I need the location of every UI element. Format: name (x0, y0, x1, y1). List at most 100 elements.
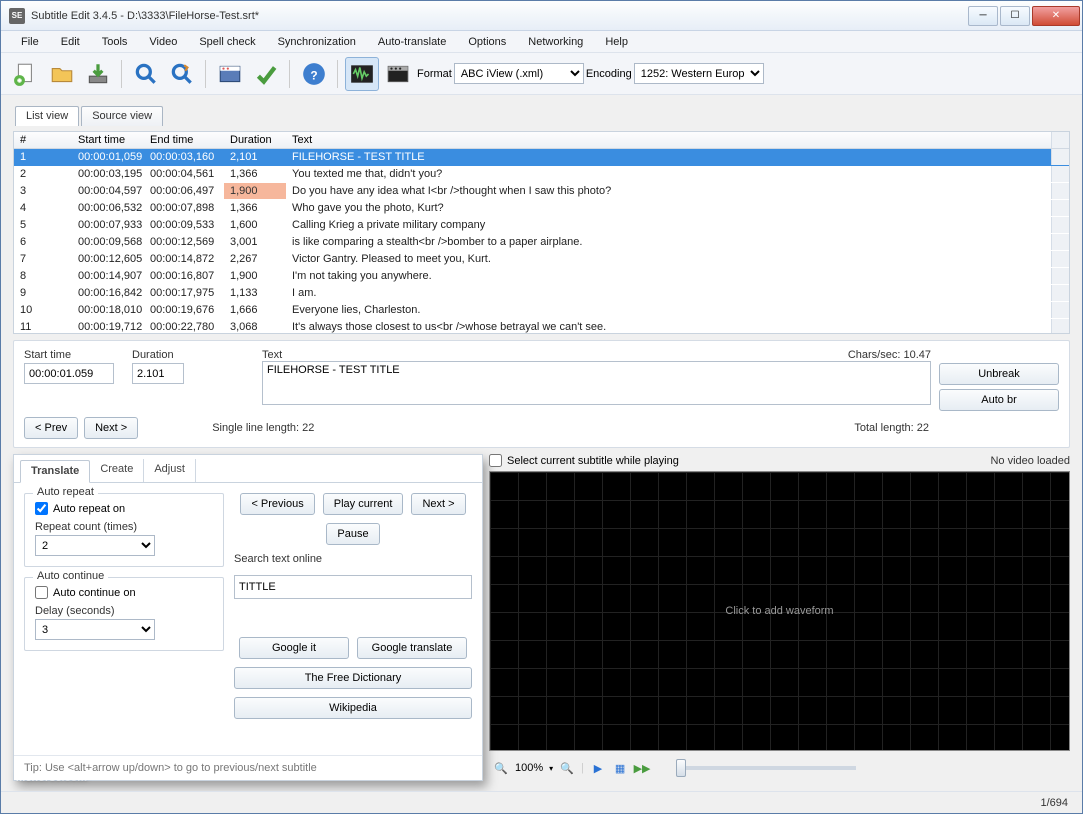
unbreak-button[interactable]: Unbreak (939, 363, 1059, 385)
next-button[interactable]: Next > (84, 417, 138, 439)
video-area: Select current subtitle while playing No… (489, 454, 1070, 781)
spellcheck-icon[interactable] (249, 57, 283, 91)
encoding-select[interactable]: 1252: Western Europe (634, 63, 764, 84)
table-row[interactable]: 1000:00:18,01000:00:19,6761,666Everyone … (14, 302, 1069, 319)
auto-continue-checkbox[interactable]: Auto continue on (35, 586, 213, 599)
translate-panel: Translate Create Adjust Auto repeat Auto… (13, 454, 483, 781)
app-icon: SE (9, 8, 25, 24)
col-text[interactable]: Text (286, 132, 1051, 148)
previous-button[interactable]: < Previous (240, 493, 314, 515)
help-icon[interactable]: ? (297, 57, 331, 91)
menu-file[interactable]: File (11, 33, 49, 51)
menu-edit[interactable]: Edit (51, 33, 90, 51)
zoom-in-icon[interactable]: 🔍 (559, 760, 575, 776)
col-start[interactable]: Start time (72, 132, 144, 148)
pause-button[interactable]: Pause (326, 523, 379, 545)
table-row[interactable]: 500:00:07,93300:00:09,5331,600Calling Kr… (14, 217, 1069, 234)
minimize-button[interactable]: ─ (968, 6, 998, 26)
maximize-button[interactable]: ☐ (1000, 6, 1030, 26)
play-icon[interactable]: ▶ (590, 760, 606, 776)
autobr-button[interactable]: Auto br (939, 389, 1059, 411)
table-row[interactable]: 1100:00:19,71200:00:22,7803,068It's alwa… (14, 319, 1069, 333)
search-online-label: Search text online (234, 553, 472, 565)
table-row[interactable]: 300:00:04,59700:00:06,4971,900Do you hav… (14, 183, 1069, 200)
menu-tools[interactable]: Tools (92, 33, 138, 51)
google-translate-button[interactable]: Google translate (357, 637, 467, 659)
grid-body[interactable]: 100:00:01,05900:00:03,1602,101FILEHORSE … (14, 149, 1069, 333)
video-controls: 🔍 100% ▾ 🔍 | ▶ ▦ ▶▶ (489, 755, 1070, 781)
tab-translate[interactable]: Translate (20, 460, 90, 483)
new-file-icon[interactable] (9, 57, 43, 91)
tab-source-view[interactable]: Source view (81, 106, 163, 126)
menu-sync[interactable]: Synchronization (268, 33, 366, 51)
menubar: File Edit Tools Video Spell check Synchr… (1, 31, 1082, 53)
tab-list-view[interactable]: List view (15, 106, 79, 126)
auto-repeat-title: Auto repeat (33, 486, 98, 498)
col-duration[interactable]: Duration (224, 132, 286, 148)
next-sub-button[interactable]: Next > (411, 493, 465, 515)
titlebar: SE Subtitle Edit 3.4.5 - D:\3333\FileHor… (1, 1, 1082, 31)
waveform-display[interactable]: Click to add waveform (489, 471, 1070, 751)
app-window: SE Subtitle Edit 3.4.5 - D:\3333\FileHor… (0, 0, 1083, 814)
table-row[interactable]: 400:00:06,53200:00:07,8981,366Who gave y… (14, 200, 1069, 217)
prev-button[interactable]: < Prev (24, 417, 78, 439)
single-line-length: Single line length: 22 (212, 422, 314, 434)
duration-label: Duration (132, 349, 202, 361)
scrollbar[interactable] (1051, 132, 1069, 148)
duration-input[interactable] (132, 363, 184, 384)
zoom-level: 100% (515, 762, 543, 774)
menu-options[interactable]: Options (458, 33, 516, 51)
open-file-icon[interactable] (45, 57, 79, 91)
table-row[interactable]: 200:00:03,19500:00:04,5611,366You texted… (14, 166, 1069, 183)
auto-repeat-group: Auto repeat Auto repeat on Repeat count … (24, 493, 224, 567)
search-online-input[interactable] (234, 575, 472, 599)
repeat-count-select[interactable]: 2 (35, 535, 155, 556)
auto-continue-group: Auto continue Auto continue on Delay (se… (24, 577, 224, 651)
start-time-input[interactable] (24, 363, 114, 384)
start-time-label: Start time (24, 349, 124, 361)
menu-networking[interactable]: Networking (518, 33, 593, 51)
encoding-label: Encoding (586, 68, 632, 80)
auto-repeat-checkbox[interactable]: Auto repeat on (35, 502, 213, 515)
save-file-icon[interactable] (81, 57, 115, 91)
menu-video[interactable]: Video (139, 33, 187, 51)
menu-spellcheck[interactable]: Spell check (189, 33, 265, 51)
col-number[interactable]: # (14, 132, 72, 148)
grid-header: # Start time End time Duration Text (14, 132, 1069, 149)
tab-adjust[interactable]: Adjust (144, 459, 196, 482)
replace-icon[interactable] (165, 57, 199, 91)
tab-create[interactable]: Create (90, 459, 144, 482)
window-title: Subtitle Edit 3.4.5 - D:\3333\FileHorse-… (31, 10, 966, 22)
delay-select[interactable]: 3 (35, 619, 155, 640)
play-current-button[interactable]: Play current (323, 493, 404, 515)
find-icon[interactable] (129, 57, 163, 91)
close-button[interactable]: ✕ (1032, 6, 1080, 26)
table-row[interactable]: 600:00:09,56800:00:12,5693,001is like co… (14, 234, 1069, 251)
format-select[interactable]: ABC iView (.xml) (454, 63, 584, 84)
position-slider[interactable] (676, 766, 856, 770)
fast-forward-icon[interactable]: ▶▶ (634, 760, 650, 776)
waveform-placeholder: Click to add waveform (490, 472, 1069, 750)
total-length: Total length: 22 (854, 422, 929, 434)
table-row[interactable]: 700:00:12,60500:00:14,8722,267Victor Gan… (14, 251, 1069, 268)
waveform-toggle-icon[interactable] (345, 57, 379, 91)
visual-sync-icon[interactable] (213, 57, 247, 91)
table-row[interactable]: 100:00:01,05900:00:03,1602,101FILEHORSE … (14, 149, 1069, 166)
auto-continue-title: Auto continue (33, 570, 108, 582)
tip-text: Tip: Use <alt+arrow up/down> to go to pr… (14, 755, 482, 780)
bottom-area: Translate Create Adjust Auto repeat Auto… (13, 454, 1070, 781)
table-row[interactable]: 800:00:14,90700:00:16,8071,900I'm not ta… (14, 268, 1069, 285)
select-while-playing-checkbox[interactable]: Select current subtitle while playing (489, 454, 679, 467)
wikipedia-button[interactable]: Wikipedia (234, 697, 472, 719)
grid-icon[interactable]: ▦ (612, 760, 628, 776)
free-dictionary-button[interactable]: The Free Dictionary (234, 667, 472, 689)
view-tabs: List view Source view (13, 103, 1070, 125)
col-end[interactable]: End time (144, 132, 224, 148)
google-it-button[interactable]: Google it (239, 637, 349, 659)
menu-autotranslate[interactable]: Auto-translate (368, 33, 456, 51)
zoom-out-icon[interactable]: 🔍 (493, 760, 509, 776)
table-row[interactable]: 900:00:16,84200:00:17,9751,133I am. (14, 285, 1069, 302)
video-toggle-icon[interactable] (381, 57, 415, 91)
menu-help[interactable]: Help (595, 33, 638, 51)
subtitle-text-input[interactable]: FILEHORSE - TEST TITLE (262, 361, 931, 405)
